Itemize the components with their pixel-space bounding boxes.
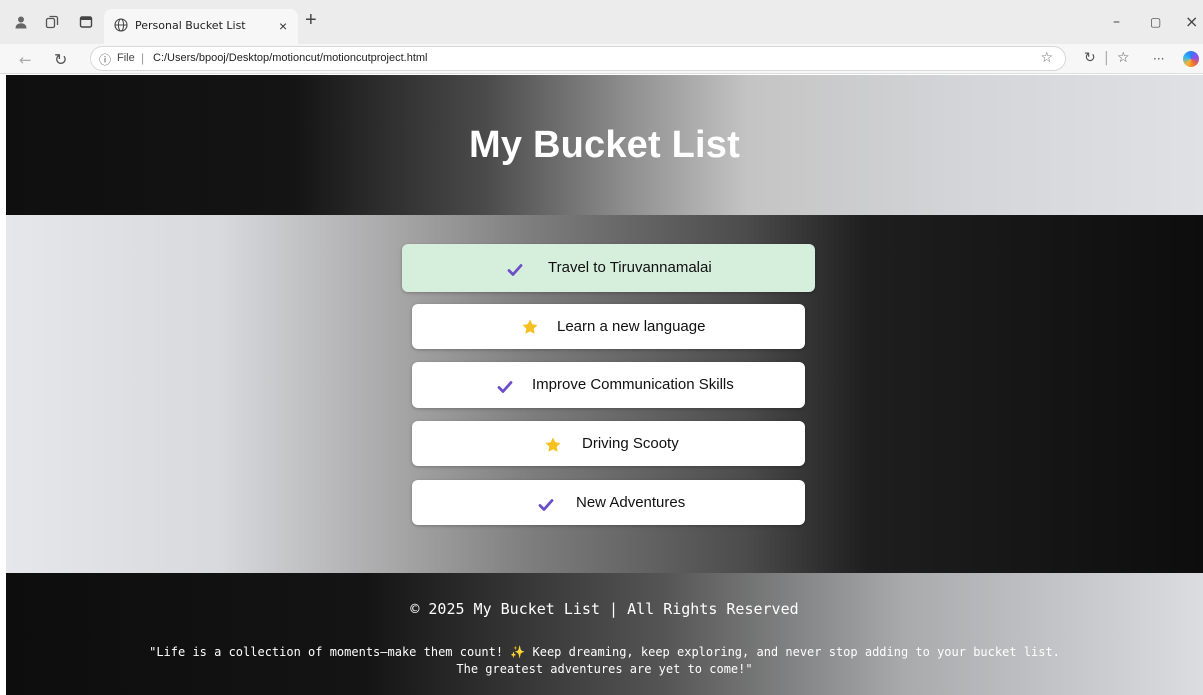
footer-quote-line2: The greatest adventures are yet to come!… [456,662,753,676]
tab-close-icon[interactable]: × [279,18,287,34]
bucket-list: Travel to Tiruvannamalai Learn a new lan… [6,215,1203,573]
footer-quote-line1-end: Keep dreaming, keep exploring, and never… [525,645,1060,659]
profile-icon[interactable] [14,15,28,29]
sparkle-icon: ✨ [510,645,526,659]
list-item[interactable]: Travel to Tiruvannamalai [402,244,815,292]
star-icon [545,437,561,452]
favorites-icon[interactable]: ☆ [1117,50,1130,66]
restore-button[interactable]: ▢ [1150,15,1161,29]
address-bar-row: ← ↻ ⓘ File | C:/Users/bpooj/Desktop/moti… [0,44,1203,74]
page-content: My Bucket List Travel to Tiruvannamalai … [6,75,1203,695]
list-item-label: Travel to Tiruvannamalai [548,259,712,276]
address-url[interactable]: C:/Users/bpooj/Desktop/motioncut/motionc… [153,52,428,64]
page-title: My Bucket List [469,124,740,166]
list-item[interactable]: Driving Scooty [412,421,805,466]
list-item-label: New Adventures [576,494,686,511]
toolbar-divider: | [1104,50,1109,66]
tab-personal-bucket-list[interactable]: Personal Bucket List × [104,9,298,44]
page-header: My Bucket List [6,75,1203,215]
footer-quote-line1-start: "Life is a collection of moments—make th… [149,645,511,659]
list-item[interactable]: New Adventures [412,480,805,525]
star-icon [522,319,538,334]
tab-title: Personal Bucket List [135,19,246,32]
info-icon[interactable]: ⓘ [99,51,111,68]
copilot-icon[interactable] [1183,51,1199,67]
favorite-star-icon[interactable]: ☆ [1040,50,1053,66]
list-item-label: Learn a new language [557,318,706,335]
list-item-label: Improve Communication Skills [532,376,734,393]
bucket-list-section: Travel to Tiruvannamalai Learn a new lan… [6,215,1203,573]
workspaces-icon[interactable] [45,15,59,29]
browser-essentials-icon[interactable]: ↻ [1084,50,1096,66]
new-tab-button[interactable]: + [305,10,317,30]
more-menu-icon[interactable]: ··· [1153,52,1164,66]
page-footer: © 2025 My Bucket List | All Rights Reser… [6,573,1203,695]
globe-icon [114,18,128,32]
list-item-label: Driving Scooty [582,435,679,452]
browser-tab-bar: Personal Bucket List × + – ▢ × [0,0,1203,44]
back-arrow-icon[interactable]: ← [19,51,32,69]
list-item[interactable]: Improve Communication Skills [412,362,805,408]
refresh-icon[interactable]: ↻ [54,50,67,69]
tab-actions-icon[interactable] [79,15,93,29]
minimize-button[interactable]: – [1113,14,1120,30]
footer-quote: "Life is a collection of moments—make th… [6,644,1203,678]
window-close-button[interactable]: × [1185,12,1198,31]
footer-copyright: © 2025 My Bucket List | All Rights Reser… [410,600,799,618]
address-input[interactable]: ⓘ File | C:/Users/bpooj/Desktop/motioncu… [90,46,1066,71]
check-icon [538,499,554,511]
address-scheme-label: File [117,52,135,64]
list-item[interactable]: Learn a new language [412,304,805,349]
check-icon [497,381,513,393]
check-icon [507,264,523,276]
address-separator: | [141,51,145,65]
